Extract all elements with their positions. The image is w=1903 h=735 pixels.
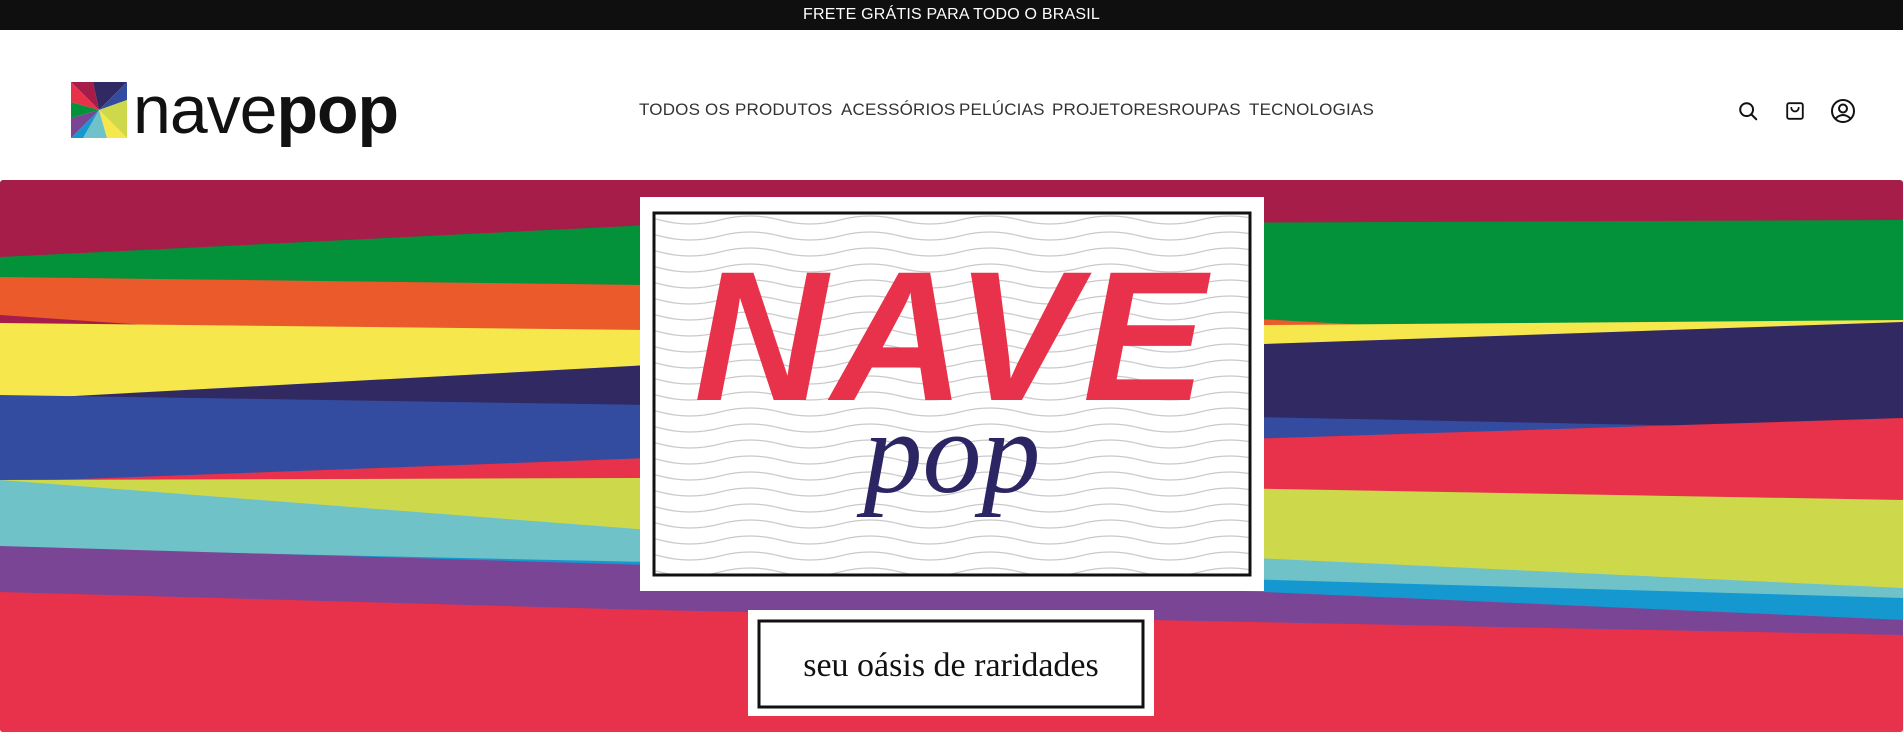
- cart-button[interactable]: [1781, 97, 1809, 125]
- logo-link[interactable]: navepop: [71, 76, 399, 144]
- search-icon: [1739, 102, 1758, 121]
- site-header: navepop TODOS OS PRODUTOS ACESSÓRIOS PEL…: [0, 30, 1903, 180]
- hero-banner[interactable]: NAVE pop seu oásis de raridades: [0, 180, 1903, 732]
- nav-item-projetores[interactable]: PROJETORES: [1052, 100, 1169, 120]
- account-icon: [1831, 99, 1855, 123]
- hero-banner-art: NAVE pop seu oásis de raridades: [0, 180, 1903, 732]
- nav-item-roupas[interactable]: ROUPAS: [1169, 100, 1241, 120]
- logo-wordmark: navepop: [133, 76, 399, 144]
- announcement-bar: FRETE GRÁTIS PARA TODO O BRASIL: [0, 0, 1903, 30]
- account-button[interactable]: [1829, 97, 1857, 125]
- logo-word-bold: pop: [276, 72, 399, 148]
- hero-tagline: seu oásis de raridades: [803, 647, 1099, 684]
- logo-pinwheel-icon: [71, 82, 127, 138]
- nav-item-tecnologias[interactable]: TECNOLOGIAS: [1249, 100, 1374, 120]
- hero-subtitle: pop: [857, 387, 1041, 518]
- announcement-text: FRETE GRÁTIS PARA TODO O BRASIL: [803, 6, 1100, 23]
- nav-item-pelucias[interactable]: PELÚCIAS: [959, 100, 1045, 120]
- cart-icon: [1786, 102, 1804, 120]
- logo-word-light: nave: [133, 72, 277, 148]
- nav-item-acessorios[interactable]: ACESSÓRIOS: [841, 100, 955, 120]
- search-button[interactable]: [1734, 97, 1762, 125]
- nav-item-todos-os-produtos[interactable]: TODOS OS PRODUTOS: [639, 100, 833, 120]
